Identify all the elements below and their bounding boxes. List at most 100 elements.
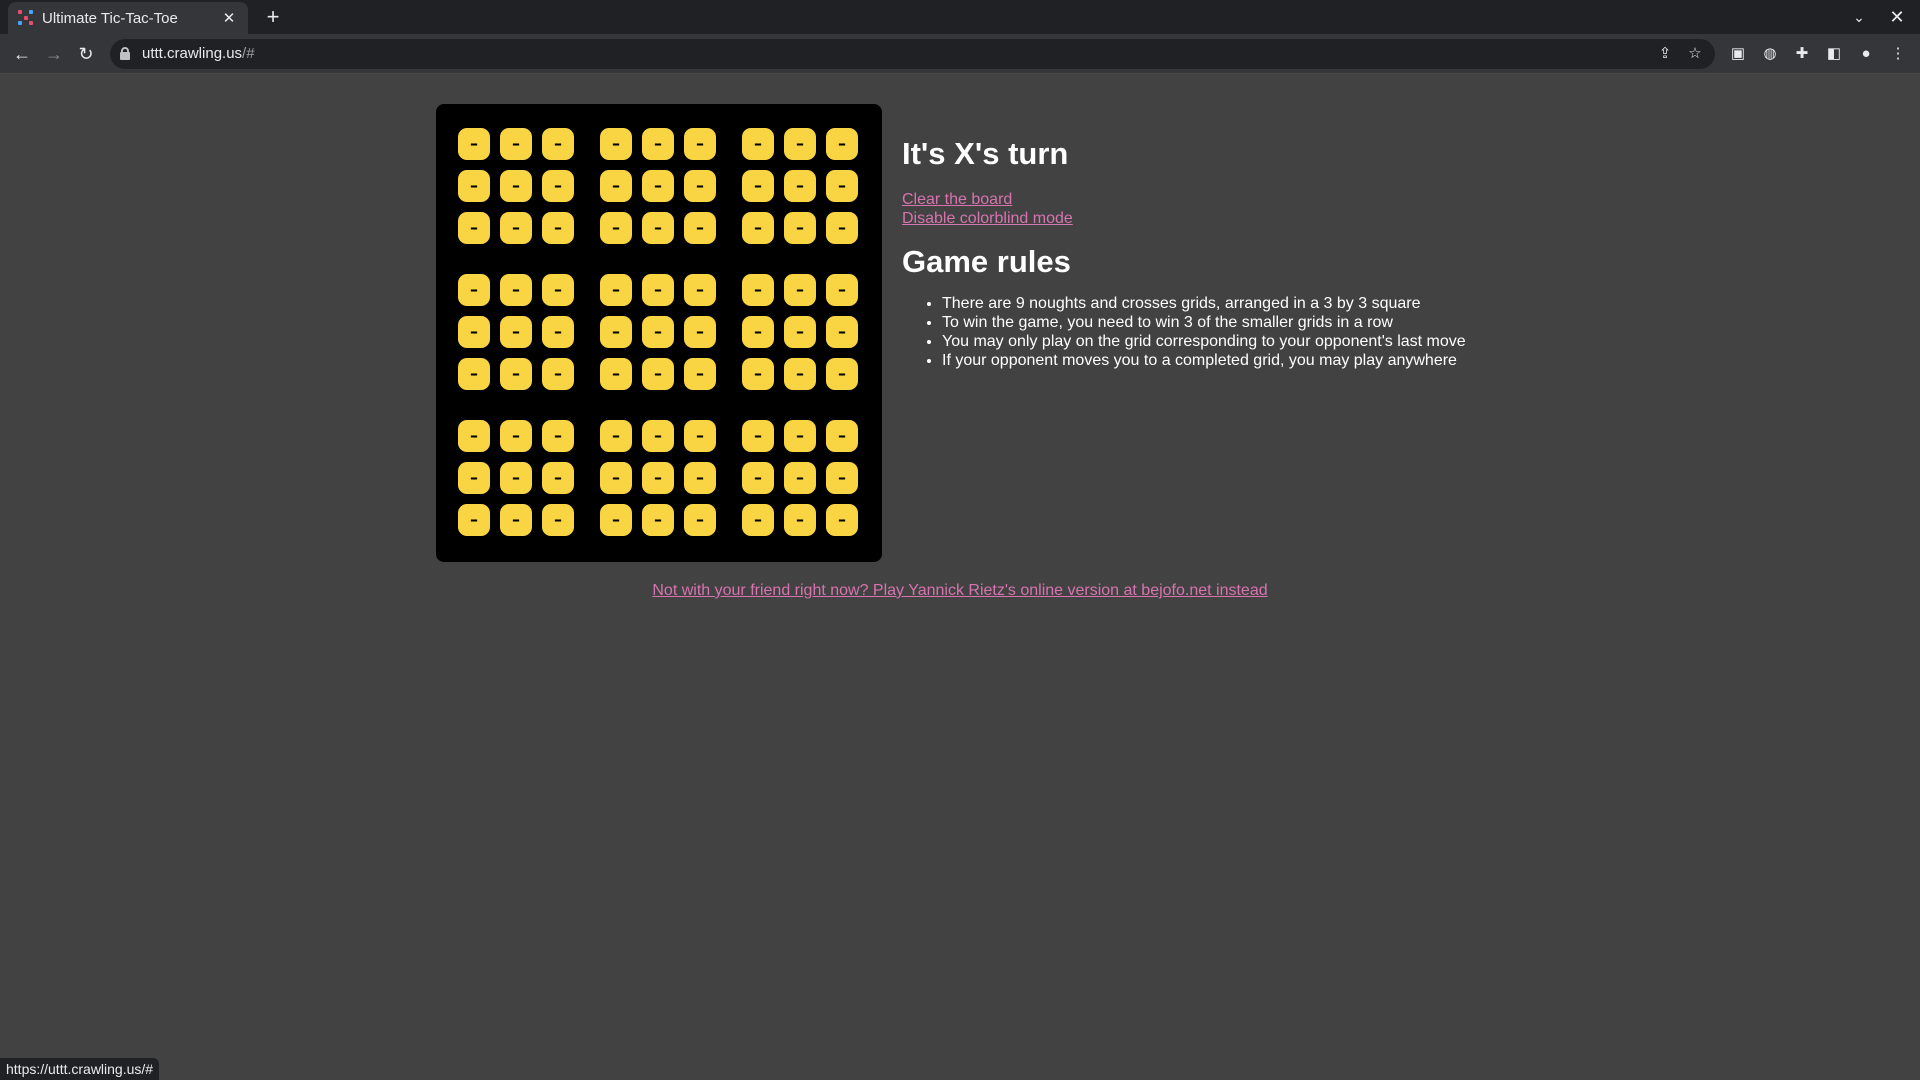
board-cell[interactable]: – xyxy=(742,170,774,202)
forward-arrow-icon[interactable]: → xyxy=(40,40,68,68)
screenshot-extension-icon[interactable]: ▣ xyxy=(1726,42,1750,66)
board-cell[interactable]: – xyxy=(500,316,532,348)
board-cell[interactable]: – xyxy=(542,462,574,494)
board-cell[interactable]: – xyxy=(642,170,674,202)
board-cell[interactable]: – xyxy=(784,274,816,306)
board-cell[interactable]: – xyxy=(642,358,674,390)
extensions-puzzle-icon[interactable]: ✚ xyxy=(1790,42,1814,66)
board-cell[interactable]: – xyxy=(826,358,858,390)
board-cell[interactable]: – xyxy=(742,504,774,536)
board-cell[interactable]: – xyxy=(542,274,574,306)
board-cell[interactable]: – xyxy=(542,128,574,160)
board-cell[interactable]: – xyxy=(784,420,816,452)
board-cell[interactable]: – xyxy=(600,128,632,160)
board-cell[interactable]: – xyxy=(600,504,632,536)
board-cell[interactable]: – xyxy=(642,212,674,244)
board-cell[interactable]: – xyxy=(500,504,532,536)
board-cell[interactable]: – xyxy=(684,504,716,536)
board-cell[interactable]: – xyxy=(600,274,632,306)
board-cell[interactable]: – xyxy=(826,420,858,452)
board-cell[interactable]: – xyxy=(458,420,490,452)
board-cell[interactable]: – xyxy=(542,420,574,452)
profile-avatar-icon[interactable]: ● xyxy=(1854,42,1878,66)
board-cell[interactable]: – xyxy=(826,212,858,244)
online-version-link[interactable]: Not with your friend right now? Play Yan… xyxy=(652,582,1267,599)
board-cell[interactable]: – xyxy=(826,128,858,160)
board-cell[interactable]: – xyxy=(600,316,632,348)
window-close-icon[interactable]: ✕ xyxy=(1884,4,1910,30)
board-cell[interactable]: – xyxy=(742,212,774,244)
tab-search-chevron-icon[interactable]: ⌄ xyxy=(1848,6,1870,28)
board-cell[interactable]: – xyxy=(642,462,674,494)
bookmark-star-icon[interactable]: ☆ xyxy=(1683,42,1707,66)
privacy-extension-icon[interactable]: ◍ xyxy=(1758,42,1782,66)
board-cell[interactable]: – xyxy=(500,358,532,390)
board-cell[interactable]: – xyxy=(458,316,490,348)
board-cell[interactable]: – xyxy=(784,316,816,348)
menu-kebab-icon[interactable]: ⋮ xyxy=(1886,42,1910,66)
board-cell[interactable]: – xyxy=(684,358,716,390)
reload-icon[interactable]: ↻ xyxy=(72,40,100,68)
board-cell[interactable]: – xyxy=(458,212,490,244)
board-cell[interactable]: – xyxy=(784,212,816,244)
tab-close-icon[interactable]: ✕ xyxy=(220,9,238,27)
board-cell[interactable]: – xyxy=(458,128,490,160)
board-cell[interactable]: – xyxy=(826,170,858,202)
board-cell[interactable]: – xyxy=(642,274,674,306)
share-icon[interactable]: ⇪ xyxy=(1653,42,1677,66)
board-cell[interactable]: – xyxy=(684,128,716,160)
board-cell[interactable]: – xyxy=(600,462,632,494)
board-cell[interactable]: – xyxy=(742,316,774,348)
board-cell[interactable]: – xyxy=(684,274,716,306)
board-cell[interactable]: – xyxy=(500,128,532,160)
board-cell[interactable]: – xyxy=(784,128,816,160)
board-cell[interactable]: – xyxy=(784,504,816,536)
board-cell[interactable]: – xyxy=(600,170,632,202)
board-cell[interactable]: – xyxy=(458,170,490,202)
clear-board-link[interactable]: Clear the board xyxy=(902,190,1602,209)
board-cell[interactable]: – xyxy=(458,504,490,536)
board-cell[interactable]: – xyxy=(542,358,574,390)
board-cell[interactable]: – xyxy=(742,462,774,494)
board-cell[interactable]: – xyxy=(458,462,490,494)
board-cell[interactable]: – xyxy=(684,316,716,348)
board-cell[interactable]: – xyxy=(826,504,858,536)
side-panel-icon[interactable]: ◧ xyxy=(1822,42,1846,66)
board-cell[interactable]: – xyxy=(642,316,674,348)
board-cell[interactable]: – xyxy=(684,420,716,452)
board-cell[interactable]: – xyxy=(742,128,774,160)
board-cell[interactable]: – xyxy=(600,212,632,244)
board-cell[interactable]: – xyxy=(642,420,674,452)
board-cell[interactable]: – xyxy=(826,316,858,348)
board-cell[interactable]: – xyxy=(642,128,674,160)
board-cell[interactable]: – xyxy=(742,274,774,306)
board-cell[interactable]: – xyxy=(500,462,532,494)
colorblind-toggle-link[interactable]: Disable colorblind mode xyxy=(902,209,1602,228)
board-cell[interactable]: – xyxy=(742,358,774,390)
board-cell[interactable]: – xyxy=(742,420,774,452)
board-cell[interactable]: – xyxy=(542,504,574,536)
browser-tab[interactable]: Ultimate Tic-Tac-Toe ✕ xyxy=(8,2,248,34)
board-cell[interactable]: – xyxy=(500,274,532,306)
board-cell[interactable]: – xyxy=(684,462,716,494)
board-cell[interactable]: – xyxy=(784,462,816,494)
board-cell[interactable]: – xyxy=(826,462,858,494)
board-cell[interactable]: – xyxy=(684,170,716,202)
board-cell[interactable]: – xyxy=(500,212,532,244)
board-cell[interactable]: – xyxy=(458,274,490,306)
board-cell[interactable]: – xyxy=(542,316,574,348)
board-cell[interactable]: – xyxy=(642,504,674,536)
address-bar[interactable]: uttt.crawling.us/# ⇪ ☆ xyxy=(110,39,1715,69)
board-cell[interactable]: – xyxy=(684,212,716,244)
back-arrow-icon[interactable]: ← xyxy=(8,40,36,68)
board-cell[interactable]: – xyxy=(542,170,574,202)
board-cell[interactable]: – xyxy=(784,170,816,202)
board-cell[interactable]: – xyxy=(784,358,816,390)
board-cell[interactable]: – xyxy=(500,170,532,202)
board-cell[interactable]: – xyxy=(600,358,632,390)
board-cell[interactable]: – xyxy=(542,212,574,244)
new-tab-button[interactable]: + xyxy=(260,4,286,30)
board-cell[interactable]: – xyxy=(500,420,532,452)
board-cell[interactable]: – xyxy=(826,274,858,306)
board-cell[interactable]: – xyxy=(600,420,632,452)
